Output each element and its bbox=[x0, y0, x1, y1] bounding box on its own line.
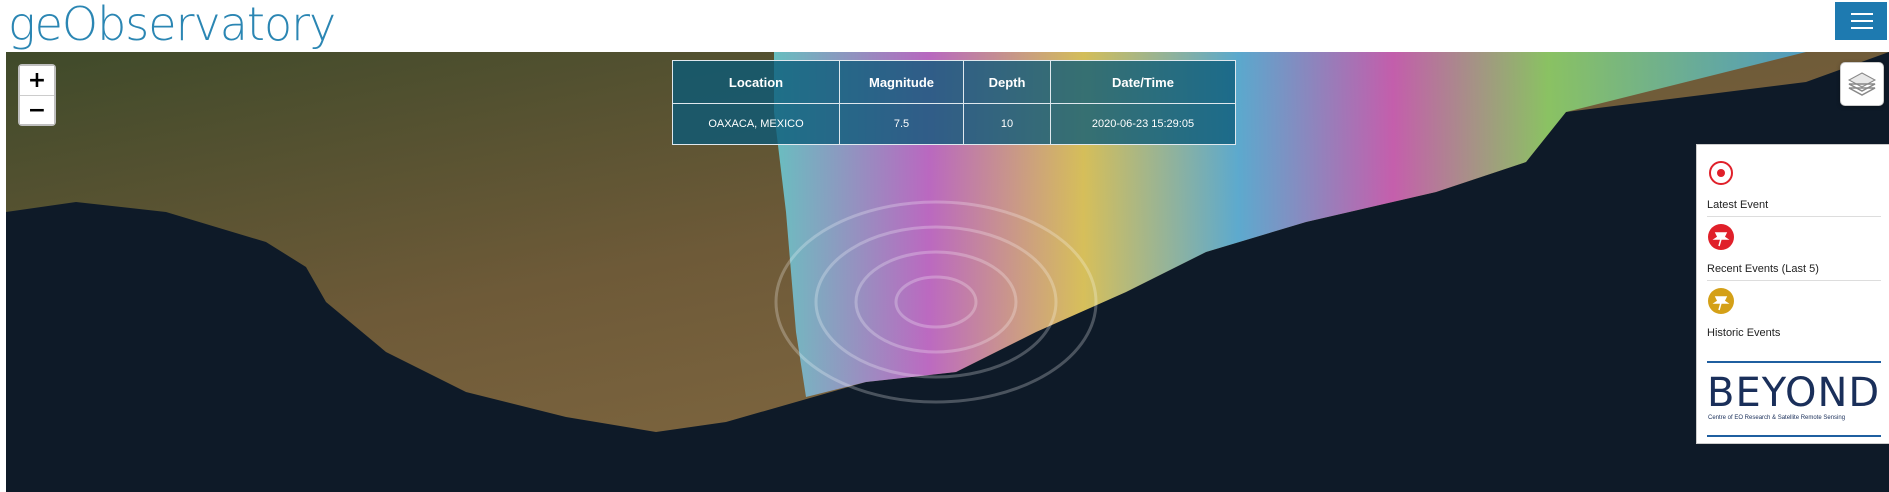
zoom-control: + − bbox=[18, 64, 56, 126]
event-depth: 10 bbox=[963, 103, 1051, 145]
header: geObservatory bbox=[0, 0, 1889, 52]
legend-label: Latest Event bbox=[1707, 199, 1769, 211]
column-header-magnitude: Magnitude bbox=[839, 60, 964, 104]
event-location: OAXACA, MEXICO bbox=[672, 103, 840, 145]
event-datetime: 2020-06-23 15:29:05 bbox=[1050, 103, 1236, 145]
map-view[interactable]: + − Location Magnitude Depth Date/Time O… bbox=[6, 52, 1889, 492]
hamburger-icon-line bbox=[1851, 27, 1873, 29]
target-icon bbox=[1709, 161, 1733, 185]
menu-button[interactable] bbox=[1835, 2, 1887, 40]
divider bbox=[1707, 280, 1881, 281]
beyond-logo-subtitle: Centre of EO Research & Satellite Remote… bbox=[1708, 415, 1846, 421]
beyond-logo-title: BEYOND bbox=[1707, 370, 1881, 416]
map-legend: Latest Event Recent Events (Last 5) Hist… bbox=[1696, 144, 1889, 444]
event-magnitude: 7.5 bbox=[839, 103, 964, 145]
zoom-out-button[interactable]: − bbox=[20, 95, 54, 124]
zoom-in-button[interactable]: + bbox=[20, 66, 54, 95]
gold-pin-icon bbox=[1708, 288, 1734, 314]
layers-icon bbox=[1847, 72, 1877, 96]
site-logo[interactable]: geObservatory bbox=[8, 0, 336, 54]
column-header-datetime: Date/Time bbox=[1050, 60, 1236, 104]
column-header-location: Location bbox=[672, 60, 840, 104]
layers-control-button[interactable] bbox=[1840, 62, 1884, 106]
event-info-table: Location Magnitude Depth Date/Time OAXAC… bbox=[672, 60, 1236, 145]
column-header-depth: Depth bbox=[963, 60, 1051, 104]
table-row: OAXACA, MEXICO 7.5 10 2020-06-23 15:29:0… bbox=[672, 103, 1236, 145]
hamburger-icon bbox=[1851, 13, 1873, 15]
red-pin-icon bbox=[1708, 224, 1734, 250]
legend-label: Recent Events (Last 5) bbox=[1707, 263, 1819, 275]
hamburger-icon-line bbox=[1851, 20, 1873, 22]
beyond-logo: BEYOND Centre of EO Research & Satellite… bbox=[1707, 361, 1881, 437]
divider bbox=[1707, 216, 1881, 217]
legend-label: Historic Events bbox=[1707, 327, 1781, 339]
